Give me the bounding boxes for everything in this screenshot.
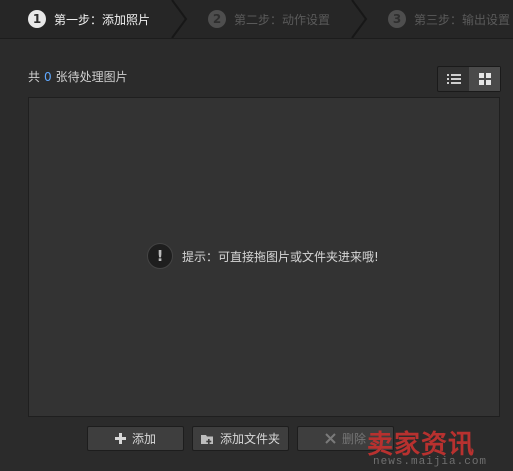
exclamation-icon: ! [147,243,173,269]
delete-button-label: 删除 [341,432,366,446]
close-icon [325,433,336,444]
grid-view-button[interactable] [469,67,500,91]
image-count: 共 0 张待处理图片 [28,68,128,85]
step-separator-icon [351,0,368,38]
add-button[interactable]: 添加 [87,426,184,451]
step-2[interactable]: 2 第二步：动作设置 [208,0,330,38]
list-icon [446,74,461,84]
step-1-number: 1 [28,10,46,28]
count-prefix: 共 [28,70,41,84]
grid-icon [478,73,491,85]
step-2-number: 2 [208,10,226,28]
plus-icon [114,433,126,444]
add-button-label: 添加 [131,432,156,446]
watermark-url: news.maijia.com [373,456,488,468]
view-toggle [437,66,501,92]
folder-add-icon [200,433,214,445]
step-header: 1 第一步：添加照片 2 第二步：动作设置 3 第三步：输出设置 [0,0,513,39]
step-3-label: 第三步：输出设置 [414,12,511,27]
step-3[interactable]: 3 第三步：输出设置 [388,0,510,38]
step-separator-icon [171,0,188,38]
step-1[interactable]: 1 第一步：添加照片 [28,0,150,38]
count-suffix: 张待处理图片 [55,70,128,84]
add-folder-button-label: 添加文件夹 [219,432,280,446]
list-view-button[interactable] [438,67,469,91]
step-3-number: 3 [388,10,406,28]
drop-hint-text: 提示：可直接拖图片或文件夹进来哦! [182,249,379,264]
add-folder-button[interactable]: 添加文件夹 [192,426,289,451]
count-value: 0 [44,70,52,84]
step-2-label: 第二步：动作设置 [234,12,331,27]
watermark: 卖家资讯 news.maijia.com [367,424,513,471]
drop-hint: ! 提示：可直接拖图片或文件夹进来哦! [147,243,379,269]
step-1-label: 第一步：添加照片 [54,12,151,27]
